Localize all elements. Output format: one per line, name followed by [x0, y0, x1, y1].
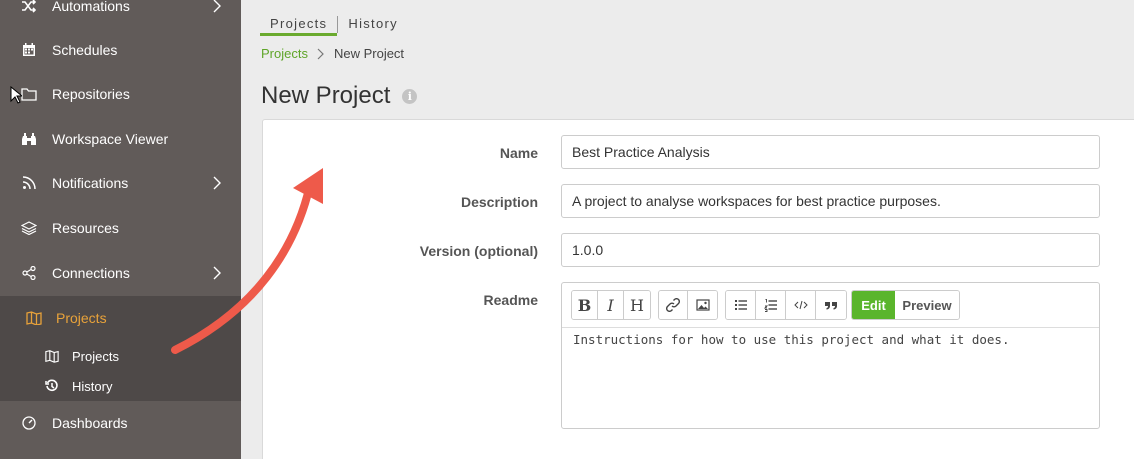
- mouse-pointer-icon: [10, 86, 22, 104]
- main-content: Projects History Projects New Project Ne…: [241, 0, 1134, 459]
- map-icon: [26, 310, 42, 326]
- sidebar: Automations Schedules Repositories Works…: [0, 0, 241, 459]
- bullet-list-icon: [734, 300, 747, 310]
- submenu-item-label: Projects: [72, 348, 119, 364]
- sidebar-item-notifications[interactable]: Notifications: [0, 161, 241, 205]
- version-label: Version (optional): [419, 243, 538, 259]
- numbered-list-icon: [763, 299, 777, 312]
- name-label: Name: [499, 145, 538, 161]
- version-input[interactable]: [561, 233, 1100, 267]
- sidebar-item-dashboards[interactable]: Dashboards: [0, 401, 241, 445]
- submenu-item-projects[interactable]: Projects: [0, 342, 241, 370]
- sidebar-item-label: Dashboards: [52, 415, 128, 431]
- block-group: [725, 290, 847, 320]
- quote-icon: [825, 302, 837, 310]
- breadcrumb-projects-link[interactable]: Projects: [261, 46, 308, 61]
- layers-icon: [21, 220, 37, 236]
- name-input[interactable]: [561, 135, 1100, 169]
- breadcrumb: Projects New Project: [261, 46, 404, 61]
- tab-projects[interactable]: Projects: [260, 10, 338, 36]
- page-title: New Project i: [261, 82, 418, 110]
- submenu-item-label: History: [72, 378, 113, 394]
- code-button[interactable]: [786, 291, 816, 319]
- chevron-right-icon: [213, 176, 221, 190]
- edit-mode-button[interactable]: Edit: [852, 291, 895, 319]
- code-icon: [793, 300, 808, 310]
- numbered-list-button[interactable]: [756, 291, 786, 319]
- sidebar-item-label: Schedules: [52, 42, 118, 58]
- bold-button[interactable]: B: [572, 291, 598, 319]
- bullet-list-button[interactable]: [726, 291, 756, 319]
- editor-toolbar: B I H Edit Preview: [562, 283, 1099, 328]
- submenu-item-history[interactable]: History: [0, 372, 241, 400]
- link-icon: [666, 298, 680, 312]
- mode-toggle-group: Edit Preview: [851, 290, 960, 320]
- image-button[interactable]: [688, 291, 717, 319]
- calendar-icon: [21, 42, 37, 58]
- breadcrumb-current: New Project: [333, 46, 405, 61]
- link-button[interactable]: [659, 291, 688, 319]
- readme-editor: B I H Edit Preview Instructions for how …: [561, 282, 1100, 429]
- text-format-group: B I H: [571, 290, 651, 320]
- sidebar-item-schedules[interactable]: Schedules: [0, 28, 241, 72]
- sidebar-item-repositories[interactable]: Repositories: [0, 72, 241, 116]
- sidebar-item-workspace-viewer[interactable]: Workspace Viewer: [0, 117, 241, 161]
- sidebar-item-resources[interactable]: Resources: [0, 206, 241, 250]
- quote-button[interactable]: [816, 291, 846, 319]
- shuffle-icon: [21, 0, 37, 14]
- tab-history[interactable]: History: [338, 10, 408, 36]
- binoculars-icon: [21, 131, 37, 147]
- description-input[interactable]: [561, 184, 1100, 218]
- chevron-right-icon: [213, 266, 221, 280]
- insert-group: [658, 290, 718, 320]
- heading-button[interactable]: H: [624, 291, 650, 319]
- sidebar-item-label: Resources: [52, 220, 119, 236]
- preview-mode-button[interactable]: Preview: [895, 291, 959, 319]
- italic-button[interactable]: I: [598, 291, 624, 319]
- history-icon: [45, 379, 58, 392]
- readme-textarea[interactable]: Instructions for how to use this project…: [573, 332, 1010, 347]
- sidebar-item-projects[interactable]: Projects: [0, 296, 241, 340]
- share-icon: [21, 265, 37, 281]
- gauge-icon: [21, 415, 37, 431]
- readme-label: Readme: [483, 292, 538, 308]
- rss-icon: [21, 175, 37, 191]
- sidebar-item-automations[interactable]: Automations: [0, 0, 241, 28]
- sidebar-item-label: Workspace Viewer: [52, 131, 169, 147]
- chevron-right-icon: [317, 48, 324, 59]
- map-icon: [45, 350, 59, 363]
- info-icon[interactable]: i: [402, 88, 418, 104]
- project-form: Name Description Version (optional) Read…: [262, 119, 1134, 459]
- tab-bar: Projects History: [260, 10, 408, 36]
- sidebar-item-label: Notifications: [52, 175, 129, 191]
- sidebar-item-connections[interactable]: Connections: [0, 251, 241, 295]
- sidebar-item-label: Repositories: [52, 86, 130, 102]
- sidebar-item-label: Connections: [52, 265, 130, 281]
- image-icon: [695, 299, 710, 311]
- chevron-right-icon: [213, 0, 221, 13]
- folder-icon: [21, 86, 37, 102]
- sidebar-item-label: Automations: [52, 0, 130, 14]
- projects-submenu: Projects History: [0, 340, 241, 401]
- sidebar-item-label: Projects: [56, 310, 107, 326]
- page-title-text: New Project: [261, 82, 391, 109]
- description-label: Description: [460, 194, 538, 210]
